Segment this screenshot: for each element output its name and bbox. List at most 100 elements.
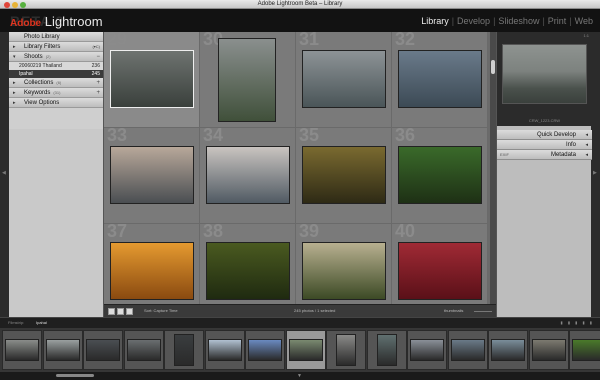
shoot-item-label: Ipahal xyxy=(19,71,33,77)
filmstrip-cell[interactable] xyxy=(204,330,245,370)
grid-cell[interactable]: 37 xyxy=(104,224,200,304)
filmstrip-thumbnail[interactable] xyxy=(491,339,525,361)
photo-thumbnail[interactable] xyxy=(398,242,482,300)
photo-thumbnail[interactable] xyxy=(206,146,290,204)
filmstrip-thumbnail[interactable] xyxy=(45,339,80,361)
shoot-item-count: 236 xyxy=(91,63,100,69)
shoots-header[interactable]: ▾ Shoots (2) − xyxy=(9,52,103,62)
module-print[interactable]: Print xyxy=(545,16,570,26)
grid-cell[interactable]: 34 xyxy=(200,128,296,224)
filmstrip-source[interactable]: Ipahal xyxy=(36,320,47,325)
grid-cell[interactable]: 31 xyxy=(296,32,392,128)
module-web[interactable]: Web xyxy=(572,16,596,26)
shoot-item-selected[interactable]: Ipahal 245 xyxy=(9,70,103,78)
library-filters-header[interactable]: ▸ Library Filters (▾C) xyxy=(9,42,103,52)
minus-icon[interactable]: − xyxy=(96,52,100,62)
photo-thumbnail[interactable] xyxy=(398,50,482,108)
quick-develop-header[interactable]: Quick Develop ◂ xyxy=(497,130,592,140)
collapse-left-arrow-icon[interactable]: ◀ xyxy=(2,170,6,176)
plus-icon[interactable]: + xyxy=(96,88,100,98)
photo-thumbnail[interactable] xyxy=(302,242,386,300)
disclosure-triangle-icon[interactable]: ▸ xyxy=(13,78,16,88)
compare-view-button[interactable] xyxy=(126,308,133,315)
photo-thumbnail[interactable] xyxy=(110,242,194,300)
photo-thumbnail[interactable] xyxy=(302,50,386,108)
grid-cell[interactable]: 35 xyxy=(296,128,392,224)
grid-cell[interactable]: 40 xyxy=(392,224,488,304)
grid-cell[interactable]: 38 xyxy=(200,224,296,304)
filmstrip-thumbnail[interactable] xyxy=(531,339,566,361)
metadata-preset[interactable]: EXIF xyxy=(500,150,509,160)
filmstrip-thumbnail[interactable] xyxy=(450,339,485,361)
filmstrip-thumbnail[interactable] xyxy=(207,339,242,361)
filmstrip-thumbnail[interactable] xyxy=(288,339,323,361)
filmstrip-cell[interactable] xyxy=(569,330,600,370)
filmstrip-cell[interactable] xyxy=(488,330,528,370)
view-options-header[interactable]: ▸ View Options xyxy=(9,98,103,108)
collapse-bottom-arrow-icon[interactable]: ▼ xyxy=(297,373,302,379)
photo-library-header[interactable]: Photo Library xyxy=(9,32,103,42)
filmstrip-thumbnail[interactable] xyxy=(376,334,397,366)
module-library[interactable]: Library xyxy=(418,16,452,26)
filmstrip-thumbnail[interactable] xyxy=(248,339,282,361)
module-slideshow[interactable]: Slideshow xyxy=(495,16,542,26)
filmstrip-cell[interactable] xyxy=(285,330,326,370)
photo-thumbnail[interactable] xyxy=(398,146,482,204)
filmstrip-cell[interactable] xyxy=(42,330,83,370)
module-develop[interactable]: Develop xyxy=(454,16,493,26)
filmstrip-cell[interactable] xyxy=(366,330,407,370)
sort-label[interactable]: Sort: Capture Time xyxy=(144,308,178,313)
collections-header[interactable]: ▸ Collections (6) + xyxy=(9,78,103,88)
filmstrip-scrollbar[interactable]: ▼ xyxy=(0,372,600,380)
filmstrip-cell[interactable] xyxy=(164,330,204,370)
thumbnail-size-slider[interactable] xyxy=(474,311,492,312)
photo-thumbnail[interactable] xyxy=(218,38,276,122)
filmstrip-cell[interactable] xyxy=(326,330,366,370)
navigator-preview[interactable] xyxy=(502,44,587,104)
filmstrip-cell[interactable] xyxy=(2,330,42,370)
loupe-view-button[interactable] xyxy=(117,308,124,315)
disclosure-triangle-icon[interactable]: ◂ xyxy=(585,150,588,160)
plus-icon[interactable]: + xyxy=(96,78,100,88)
grid-cell[interactable]: 29 xyxy=(104,32,200,128)
filmstrip-view-icons[interactable]: ▮ ▮ ▮ ▮ ▮ xyxy=(561,320,594,325)
navigator-zoom[interactable]: 1:1 xyxy=(583,33,589,38)
grid-cell[interactable]: 39 xyxy=(296,224,392,304)
filmstrip-thumbnail[interactable] xyxy=(126,339,161,361)
grid-scroll-knob[interactable] xyxy=(491,60,495,74)
grid-cell[interactable]: 32 xyxy=(392,32,488,128)
grid-cell[interactable]: 33 xyxy=(104,128,200,224)
collapse-right-arrow-icon[interactable]: ▶ xyxy=(593,170,597,176)
shoot-item[interactable]: 20060219 Thailand 236 xyxy=(9,62,103,70)
filmstrip-thumbnail[interactable] xyxy=(410,339,444,361)
photo-thumbnail[interactable] xyxy=(206,242,290,300)
filmstrip-thumbnail[interactable] xyxy=(86,339,120,361)
disclosure-triangle-icon[interactable]: ◂ xyxy=(585,130,588,140)
photo-thumbnail[interactable] xyxy=(110,50,194,108)
library-filters-toggle[interactable]: (▾C) xyxy=(92,42,100,52)
info-header[interactable]: Info ◂ xyxy=(497,140,592,150)
filmstrip-thumbnail[interactable] xyxy=(5,339,39,361)
filmstrip-cell[interactable] xyxy=(528,330,569,370)
metadata-header[interactable]: EXIF Metadata ◂ xyxy=(497,150,592,160)
filmstrip-thumbnail[interactable] xyxy=(336,334,356,366)
disclosure-triangle-icon[interactable]: ▸ xyxy=(13,98,16,108)
filmstrip-cell[interactable] xyxy=(447,330,488,370)
disclosure-triangle-icon[interactable]: ◂ xyxy=(585,140,588,150)
filmstrip-scroll-knob[interactable] xyxy=(56,374,94,377)
photo-thumbnail[interactable] xyxy=(110,146,194,204)
filmstrip-thumbnail[interactable] xyxy=(572,339,600,361)
filmstrip-cell[interactable] xyxy=(245,330,285,370)
filmstrip-cell[interactable] xyxy=(83,330,123,370)
grid-cell[interactable]: 30 xyxy=(200,32,296,128)
filmstrip-thumbnail[interactable] xyxy=(174,334,194,366)
photo-thumbnail[interactable] xyxy=(302,146,386,204)
grid-view-button[interactable] xyxy=(108,308,115,315)
keywords-header[interactable]: ▸ Keywords (31) + xyxy=(9,88,103,98)
grid-cell[interactable]: 36 xyxy=(392,128,488,224)
disclosure-triangle-icon[interactable]: ▸ xyxy=(13,42,16,52)
filmstrip-cell[interactable] xyxy=(407,330,447,370)
disclosure-triangle-icon[interactable]: ▾ xyxy=(13,52,16,62)
disclosure-triangle-icon[interactable]: ▸ xyxy=(13,88,16,98)
filmstrip-cell[interactable] xyxy=(123,330,164,370)
